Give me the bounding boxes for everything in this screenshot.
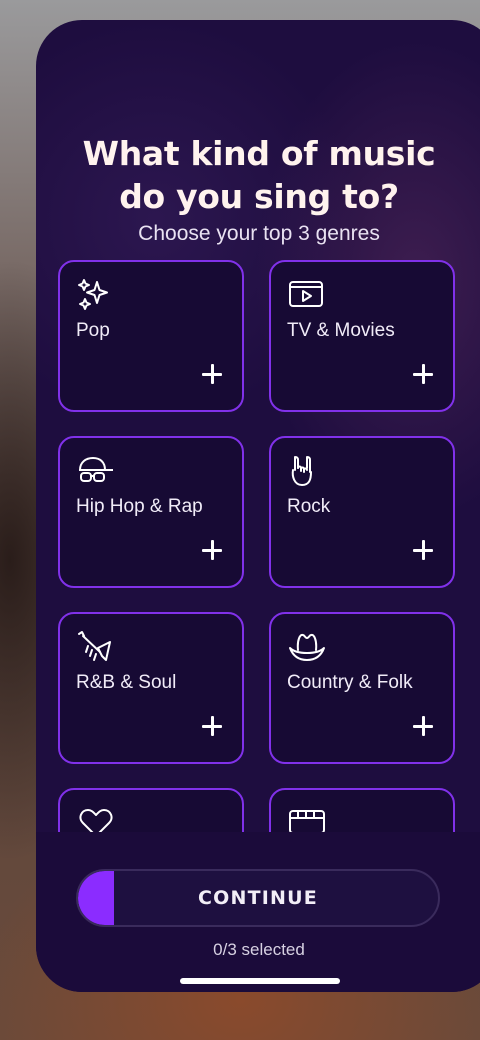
bottom-action-bar: CONTINUE 0/3 selected: [36, 832, 480, 992]
genre-tile-partial-2[interactable]: [269, 788, 455, 832]
home-indicator[interactable]: [180, 978, 340, 984]
genre-tile-rock[interactable]: Rock: [269, 436, 455, 588]
genre-tile-tv-movies[interactable]: TV & Movies: [269, 260, 455, 412]
cap-sunglasses-icon: [76, 454, 116, 488]
genre-tile-hip-hop-rap[interactable]: Hip Hop & Rap: [58, 436, 244, 588]
cowboy-hat-icon: [287, 630, 327, 664]
heart-icon: [76, 806, 116, 832]
genre-grid: Pop TV & Movies Hip Hop & Rap Rock R&B &…: [36, 20, 480, 832]
plus-icon: [202, 540, 222, 560]
rock-hand-icon: [287, 454, 327, 488]
genre-tile-partial-1[interactable]: [58, 788, 244, 832]
genre-picker-sheet: What kind of music do you sing to? Choos…: [36, 20, 480, 992]
genre-label: TV & Movies: [287, 320, 395, 341]
genre-tile-pop[interactable]: Pop: [58, 260, 244, 412]
plus-icon: [413, 716, 433, 736]
continue-button[interactable]: CONTINUE: [76, 869, 440, 927]
selected-count: 0/3 selected: [213, 940, 305, 959]
genre-label: R&B & Soul: [76, 672, 177, 693]
genre-label: Pop: [76, 320, 110, 341]
sparkles-icon: [76, 278, 116, 312]
plus-icon: [413, 364, 433, 384]
genre-tile-rnb-soul[interactable]: R&B & Soul: [58, 612, 244, 764]
keyboard-icon: [287, 806, 327, 832]
plus-icon: [413, 540, 433, 560]
plus-icon: [202, 364, 222, 384]
continue-label: CONTINUE: [198, 887, 318, 909]
trumpet-icon: [76, 630, 116, 664]
genre-label: Rock: [287, 496, 331, 517]
genre-label: Country & Folk: [287, 672, 413, 693]
genre-tile-country-folk[interactable]: Country & Folk: [269, 612, 455, 764]
genre-label: Hip Hop & Rap: [76, 496, 203, 517]
plus-icon: [202, 716, 222, 736]
video-play-icon: [287, 278, 327, 312]
